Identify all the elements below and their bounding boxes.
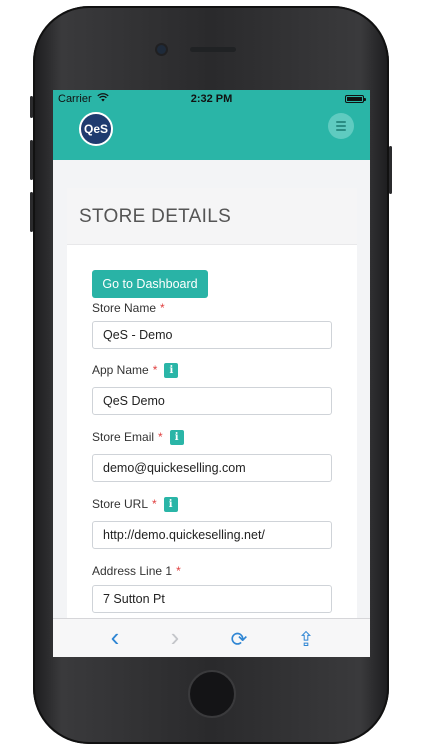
required-asterisk: * bbox=[152, 497, 157, 511]
app-name-label: App Name bbox=[92, 363, 149, 377]
address-line-1-field: Address Line 1 * bbox=[92, 563, 332, 613]
page-title: STORE DETAILS bbox=[79, 206, 232, 227]
info-icon[interactable]: i bbox=[163, 496, 178, 512]
status-time: 2:32 PM bbox=[190, 93, 233, 105]
hamburger-menu-icon[interactable] bbox=[328, 113, 354, 139]
store-name-input[interactable] bbox=[92, 321, 332, 349]
store-url-label: Store URL bbox=[92, 497, 149, 511]
store-email-input[interactable] bbox=[92, 454, 332, 482]
store-email-field: Store Email * i bbox=[92, 429, 332, 482]
store-name-label: Store Name bbox=[92, 301, 157, 315]
app-name-field: App Name * i bbox=[92, 362, 332, 415]
info-icon[interactable]: i bbox=[164, 362, 179, 378]
store-url-input[interactable] bbox=[92, 521, 332, 549]
earpiece-speaker bbox=[190, 47, 236, 52]
home-button[interactable] bbox=[188, 670, 236, 718]
app-header: QeS bbox=[53, 108, 370, 160]
card-header: STORE DETAILS bbox=[67, 188, 357, 245]
battery-icon bbox=[345, 95, 366, 103]
power-button bbox=[389, 146, 392, 194]
store-name-field: Store Name * bbox=[92, 300, 332, 349]
forward-icon[interactable]: › bbox=[163, 622, 187, 653]
app-logo[interactable]: QeS bbox=[79, 112, 113, 146]
store-details-card: STORE DETAILS Go to Dashboard Store Name… bbox=[67, 188, 357, 657]
reload-icon[interactable]: ⟳ bbox=[227, 627, 251, 652]
front-camera bbox=[157, 45, 166, 54]
go-to-dashboard-button[interactable]: Go to Dashboard bbox=[92, 270, 208, 298]
required-asterisk: * bbox=[160, 301, 165, 315]
phone-screen: Carrier 2:32 PM QeS STORE DETAILS Go to … bbox=[53, 90, 370, 657]
info-icon[interactable]: i bbox=[169, 429, 184, 445]
address-line-1-input[interactable] bbox=[92, 585, 332, 613]
back-icon[interactable]: ‹ bbox=[103, 622, 127, 653]
required-asterisk: * bbox=[158, 430, 163, 444]
app-name-input[interactable] bbox=[92, 387, 332, 415]
store-url-field: Store URL * i bbox=[92, 496, 332, 549]
status-bar: Carrier 2:32 PM bbox=[53, 90, 370, 108]
store-email-label: Store Email bbox=[92, 430, 155, 444]
required-asterisk: * bbox=[152, 363, 158, 377]
required-asterisk: * bbox=[176, 564, 181, 578]
browser-toolbar: ‹ › ⟳ ⇪ bbox=[53, 618, 370, 657]
share-icon[interactable]: ⇪ bbox=[294, 627, 318, 652]
address-line-1-label: Address Line 1 bbox=[92, 564, 173, 578]
